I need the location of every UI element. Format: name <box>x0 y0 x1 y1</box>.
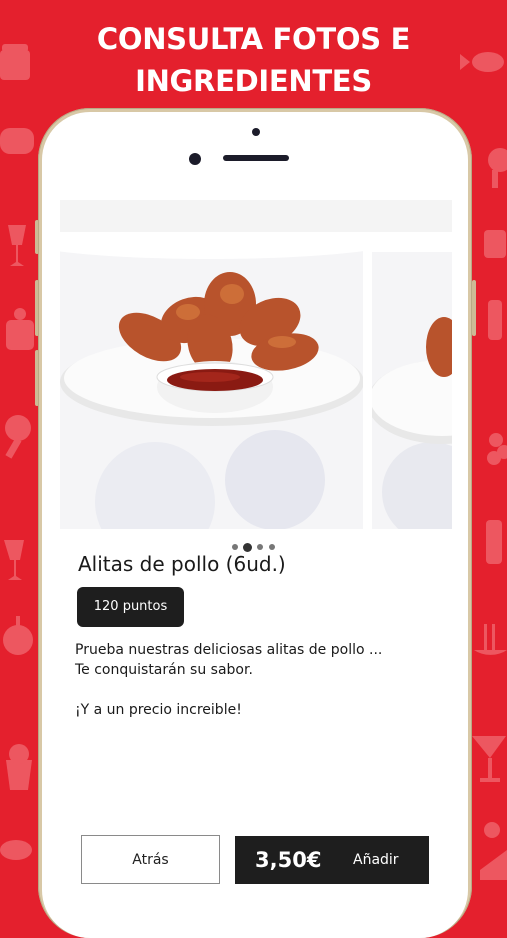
chicken-leg-icon <box>488 148 507 188</box>
add-label: Añadir <box>353 852 399 868</box>
dessert-icon <box>6 308 34 350</box>
apple-icon <box>3 616 33 655</box>
gallery-dot-1[interactable] <box>232 544 238 550</box>
front-camera <box>189 153 201 165</box>
product-photo-next[interactable] <box>372 252 452 529</box>
gallery-dot-4[interactable] <box>269 544 275 550</box>
product-title: Alitas de pollo (6ud.) <box>78 552 286 576</box>
noodles-icon <box>474 624 507 655</box>
gallery-dot-2[interactable] <box>243 543 252 552</box>
drumstick-icon <box>5 415 31 459</box>
cake-slice-icon <box>480 822 507 880</box>
proximity-sensor <box>252 128 260 136</box>
wine-glass-icon <box>8 225 26 266</box>
price-label: 3,50€ <box>255 848 322 872</box>
gallery-dot-3[interactable] <box>257 544 263 550</box>
add-to-cart-button[interactable]: 3,50€ Añadir <box>235 836 429 884</box>
points-badge: 120 puntos <box>77 587 184 627</box>
app-screen: Alitas de pollo (6ud.) 120 puntos Prueba… <box>60 200 452 900</box>
sandwich-icon <box>484 230 506 258</box>
chicken-wings-image-peek <box>372 252 452 529</box>
back-button[interactable]: Atrás <box>81 835 220 884</box>
wine-glass-icon-2 <box>4 540 24 580</box>
phone-power-button <box>472 280 476 336</box>
bottle-icon <box>488 300 502 340</box>
chicken-icon-2 <box>0 840 32 860</box>
product-photo[interactable] <box>60 232 363 529</box>
headline-line-1: CONSULTA FOTOS E INGREDIENTES <box>96 22 411 98</box>
earpiece-speaker <box>223 155 289 161</box>
status-strip <box>60 200 452 232</box>
cupcake-icon <box>6 744 32 790</box>
soda-icon <box>486 520 502 564</box>
grapes-icon <box>487 433 507 465</box>
chicken-wings-image <box>60 232 363 529</box>
cocktail-icon <box>472 736 506 782</box>
product-description: Prueba nuestras deliciosas alitas de pol… <box>75 642 383 718</box>
